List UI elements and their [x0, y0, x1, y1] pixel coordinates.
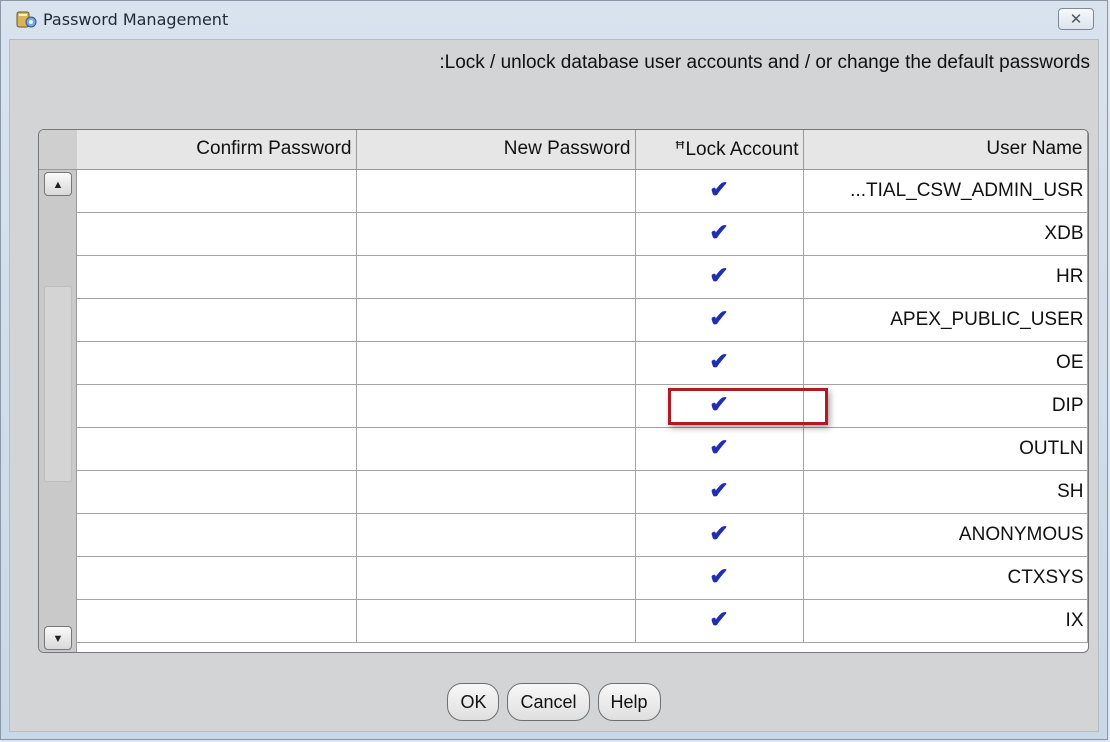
scroll-thumb[interactable] [44, 286, 72, 482]
instruction-text: :Lock / unlock database user accounts an… [439, 52, 1090, 73]
user-name-cell: DIP [803, 384, 1088, 428]
table-row[interactable]: ✔ IX [77, 599, 1088, 643]
checkmark-icon: ✔ [709, 348, 729, 374]
dialog-buttons: OK Cancel Help [10, 683, 1098, 723]
users-table-frame: ▲ ▼ Confirm Password New Password ꟸLock … [38, 129, 1089, 653]
confirm-password-field[interactable] [77, 556, 357, 600]
checkmark-icon: ✔ [709, 477, 729, 503]
confirm-password-field[interactable] [77, 212, 357, 256]
checkmark-icon: ✔ [709, 563, 729, 589]
scroll-up-button[interactable]: ▲ [44, 172, 72, 196]
table-row[interactable]: ✔ HR [77, 255, 1088, 299]
users-table: Confirm Password New Password ꟸLock Acco… [77, 130, 1088, 643]
vertical-scrollbar[interactable]: ▲ ▼ [39, 130, 77, 652]
user-name-cell: CTXSYS [803, 556, 1088, 600]
new-password-field[interactable] [356, 427, 636, 471]
new-password-field[interactable] [356, 341, 636, 385]
confirm-password-field[interactable] [77, 427, 357, 471]
dialog-title: Password Management [43, 10, 229, 29]
user-name-cell: IX [803, 599, 1088, 643]
confirm-password-field[interactable] [77, 341, 357, 385]
new-password-field[interactable] [356, 255, 636, 299]
user-name-cell: ...TIAL_CSW_ADMIN_USR [803, 169, 1088, 213]
confirm-password-field[interactable] [77, 255, 357, 299]
header-lock-account[interactable]: ꟸLock Account [635, 130, 804, 170]
table-row[interactable]: ✔ SH [77, 470, 1088, 514]
table-row[interactable]: ✔ OE [77, 341, 1088, 385]
new-password-field[interactable] [356, 169, 636, 213]
user-name-cell: OE [803, 341, 1088, 385]
lock-account-checkbox[interactable]: ✔ [635, 298, 804, 342]
table-row[interactable]: ✔ APEX_PUBLIC_USER [77, 298, 1088, 342]
table-row[interactable]: ✔ CTXSYS [77, 556, 1088, 600]
header-confirm-password[interactable]: Confirm Password [77, 130, 357, 170]
new-password-field[interactable] [356, 212, 636, 256]
checkmark-icon: ✔ [709, 606, 729, 632]
new-password-field[interactable] [356, 298, 636, 342]
checkmark-icon: ✔ [709, 219, 729, 245]
highlight-box [668, 388, 828, 425]
close-button[interactable]: ✕ [1058, 8, 1094, 30]
settings-app-icon [16, 11, 37, 28]
confirm-password-field[interactable] [77, 599, 357, 643]
lock-account-checkbox[interactable]: ✔ [635, 599, 804, 643]
checkmark-icon: ✔ [709, 262, 729, 288]
lock-account-checkbox[interactable]: ✔ [635, 341, 804, 385]
confirm-password-field[interactable] [77, 384, 357, 428]
table-row[interactable]: ✔ XDB [77, 212, 1088, 256]
checkmark-icon: ✔ [709, 434, 729, 460]
cancel-button[interactable]: Cancel [507, 683, 590, 721]
checkmark-icon: ✔ [709, 176, 729, 202]
user-name-cell: XDB [803, 212, 1088, 256]
checkmark-icon: ✔ [709, 305, 729, 331]
close-icon: ✕ [1069, 10, 1083, 28]
new-password-field[interactable] [356, 470, 636, 514]
user-name-cell: SH [803, 470, 1088, 514]
confirm-password-field[interactable] [77, 513, 357, 557]
lock-account-checkbox[interactable]: ✔ [635, 427, 804, 471]
new-password-field[interactable] [356, 599, 636, 643]
user-name-cell: HR [803, 255, 1088, 299]
help-button[interactable]: Help [597, 683, 661, 721]
scroll-corner [39, 130, 77, 170]
lock-account-checkbox[interactable]: ✔ [635, 470, 804, 514]
new-password-field[interactable] [356, 556, 636, 600]
lock-account-checkbox[interactable]: ✔ [635, 255, 804, 299]
dialog-content: :Lock / unlock database user accounts an… [9, 39, 1099, 732]
user-name-cell: OUTLN [803, 427, 1088, 471]
scroll-up-arrow-icon: ▲ [52, 179, 64, 191]
lock-account-checkbox[interactable]: ✔ [635, 169, 804, 213]
table-header-row: Confirm Password New Password ꟸLock Acco… [77, 130, 1088, 170]
password-management-dialog: Password Management ✕ :Lock / unlock dat… [0, 0, 1108, 740]
header-user-name[interactable]: User Name [803, 130, 1088, 170]
ok-button[interactable]: OK [447, 683, 500, 721]
new-password-field[interactable] [356, 384, 636, 428]
header-new-password[interactable]: New Password [356, 130, 636, 170]
confirm-password-field[interactable] [77, 470, 357, 514]
user-name-cell: APEX_PUBLIC_USER [803, 298, 1088, 342]
table-row[interactable]: ✔ ANONYMOUS [77, 513, 1088, 557]
new-password-field[interactable] [356, 513, 636, 557]
scroll-down-arrow-icon: ▼ [52, 633, 64, 645]
confirm-password-field[interactable] [77, 298, 357, 342]
user-name-cell: ANONYMOUS [803, 513, 1088, 557]
lock-account-checkbox[interactable]: ✔ [635, 513, 804, 557]
scroll-down-button[interactable]: ▼ [44, 626, 72, 650]
lock-account-checkbox[interactable]: ✔ [635, 556, 804, 600]
checkmark-icon: ✔ [709, 520, 729, 546]
lock-account-checkbox[interactable]: ✔ [635, 212, 804, 256]
table-row[interactable]: ✔ OUTLN [77, 427, 1088, 471]
title-bar: Password Management ✕ [1, 1, 1107, 39]
table-row[interactable]: ✔ ...TIAL_CSW_ADMIN_USR [77, 169, 1088, 213]
table-row[interactable]: ✔ DIP [77, 384, 1088, 428]
confirm-password-field[interactable] [77, 169, 357, 213]
